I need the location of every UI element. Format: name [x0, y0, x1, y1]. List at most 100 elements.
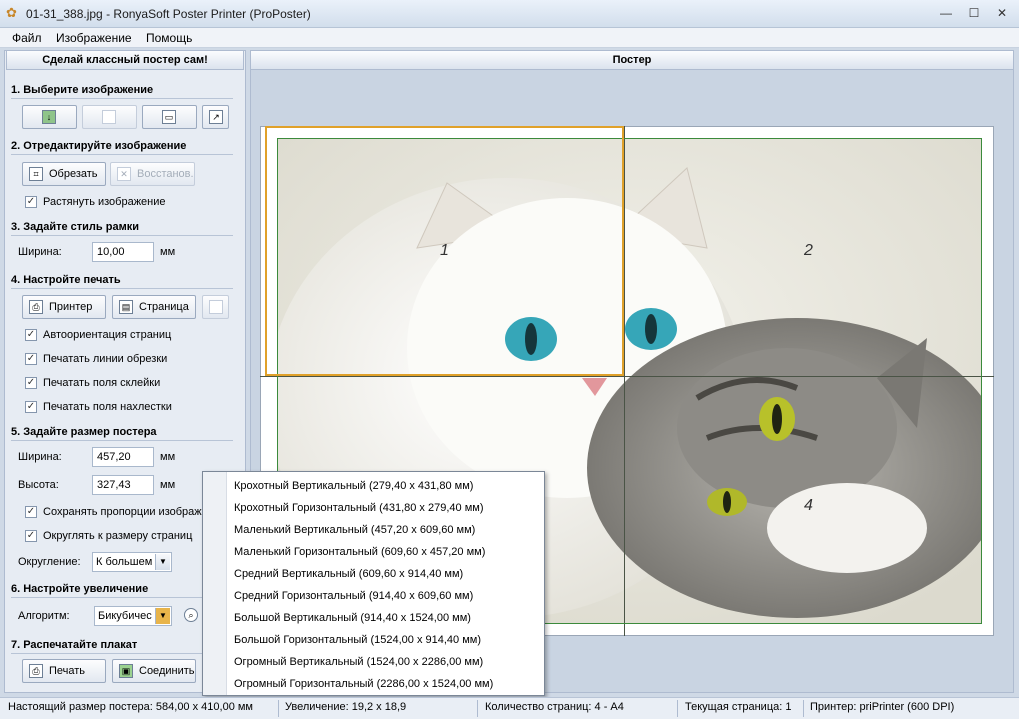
- dropdown-item[interactable]: Крохотный Вертикальный (279,40 x 431,80 …: [234, 480, 473, 492]
- join-button[interactable]: ▣ Соединить: [112, 659, 196, 683]
- print-cut-lines-label: Печатать линии обрезки: [43, 353, 168, 365]
- stretch-image-label: Растянуть изображение: [43, 196, 166, 208]
- status-separator: [677, 700, 678, 717]
- restore-icon: ✕: [117, 167, 131, 181]
- algorithm-preview-button[interactable]: ⌕: [180, 604, 204, 628]
- preview-icon: [209, 300, 223, 314]
- round-to-page-checkbox[interactable]: ✓: [25, 530, 37, 542]
- poster-width-input[interactable]: 457,20: [92, 447, 154, 467]
- paste-image-button[interactable]: [82, 105, 137, 129]
- auto-orientation-label: Автоориентация страниц: [43, 329, 172, 341]
- crop-button[interactable]: ⌗ Обрезать: [22, 162, 106, 186]
- printer-button[interactable]: ⎙ Принтер: [22, 295, 106, 319]
- page-number-2: 2: [804, 242, 813, 259]
- frame-width-unit: мм: [160, 246, 176, 258]
- section-title-print-poster: 7. Распечатайте плакат: [11, 639, 138, 651]
- section-divider: [11, 98, 233, 99]
- dropdown-item[interactable]: Средний Вертикальный (609,60 x 914,40 мм…: [234, 568, 463, 580]
- section-divider: [11, 653, 233, 654]
- dropdown-item[interactable]: Большой Вертикальный (914,40 x 1524,00 м…: [234, 612, 471, 624]
- close-button[interactable]: ✕: [990, 4, 1014, 22]
- stretch-image-checkbox[interactable]: ✓: [25, 196, 37, 208]
- rounding-select[interactable]: К большем ▼: [92, 552, 172, 572]
- section-divider: [11, 288, 233, 289]
- title-bar: ✿ 01-31_388.jpg - RonyaSoft Poster Print…: [0, 0, 1019, 28]
- page-number-4: 4: [804, 497, 813, 514]
- menu-file[interactable]: Файл: [12, 31, 42, 45]
- open-image-icon: ↓: [42, 110, 56, 124]
- printer-button-label: Принтер: [49, 301, 93, 313]
- status-zoom: Увеличение: 19,2 x 18,9: [285, 701, 407, 713]
- chevron-down-icon[interactable]: ▼: [155, 554, 170, 570]
- auto-orientation-checkbox[interactable]: ✓: [25, 329, 37, 341]
- scanner-icon: ▭: [162, 110, 176, 124]
- printer-icon: ⎙: [29, 300, 43, 314]
- keep-ratio-checkbox[interactable]: ✓: [25, 506, 37, 518]
- dropdown-item[interactable]: Маленький Вертикальный (457,20 x 609,60 …: [234, 524, 475, 536]
- keep-ratio-label: Сохранять пропорции изображ: [43, 506, 202, 518]
- section-title-edit-image: 2. Отредактируйте изображение: [11, 140, 187, 152]
- menu-bar: Файл Изображение Помощь: [0, 28, 1019, 48]
- rounding-label: Округление:: [18, 556, 81, 568]
- chevron-down-icon[interactable]: ▼: [155, 608, 170, 624]
- poster-height-input[interactable]: 327,43: [92, 475, 154, 495]
- status-separator: [477, 700, 478, 717]
- section-title-poster-size: 5. Задайте размер постера: [11, 426, 157, 438]
- page-preview-button[interactable]: [202, 295, 229, 319]
- dropdown-item[interactable]: Крохотный Горизонтальный (431,80 x 279,4…: [234, 502, 483, 514]
- dropdown-item[interactable]: Огромный Вертикальный (1524,00 x 2286,00…: [234, 656, 483, 668]
- poster-height-unit: мм: [160, 479, 176, 491]
- settings-panel-header: Сделай классный постер сам!: [6, 50, 244, 70]
- status-poster-size: Настоящий размер постера: 584,00 x 410,0…: [8, 701, 253, 713]
- export-image-button[interactable]: ↗: [202, 105, 229, 129]
- status-printer: Принтер: priPrinter (600 DPI): [810, 701, 955, 713]
- restore-button[interactable]: ✕ Восстанов.: [110, 162, 195, 186]
- magnifier-icon: ⌕: [184, 608, 198, 622]
- menu-help[interactable]: Помощь: [146, 31, 192, 45]
- section-divider: [11, 440, 233, 441]
- print-glue-margins-label: Печатать поля склейки: [43, 377, 161, 389]
- crop-icon: ⌗: [29, 167, 43, 181]
- maximize-button[interactable]: ☐: [962, 4, 986, 22]
- join-icon: ▣: [119, 664, 133, 678]
- poster-width-label: Ширина:: [18, 451, 62, 463]
- crop-button-label: Обрезать: [49, 168, 98, 180]
- frame-width-label: Ширина:: [18, 246, 62, 258]
- open-image-button[interactable]: ↓: [22, 105, 77, 129]
- status-bar: Настоящий размер постера: 584,00 x 410,0…: [0, 697, 1019, 719]
- round-to-page-label: Округлять к размеру страниц: [43, 530, 193, 542]
- print-button[interactable]: ⎙ Печать: [22, 659, 106, 683]
- rounding-value: К большем: [96, 556, 153, 568]
- poster-height-label: Высота:: [18, 479, 59, 491]
- section-title-print-settings: 4. Настройте печать: [11, 274, 121, 286]
- page-setup-button[interactable]: ▤ Страница: [112, 295, 196, 319]
- algorithm-select[interactable]: Бикубичес ▼: [94, 606, 172, 626]
- print-cut-lines-checkbox[interactable]: ✓: [25, 353, 37, 365]
- dropdown-item[interactable]: Средний Горизонтальный (914,40 x 609,60 …: [234, 590, 473, 602]
- app-icon: ✿: [6, 5, 17, 20]
- poster-panel-header: Постер: [250, 50, 1014, 70]
- print-glue-margins-checkbox[interactable]: ✓: [25, 377, 37, 389]
- window-title: 01-31_388.jpg - RonyaSoft Poster Printer…: [26, 7, 311, 21]
- page-number-1: 1: [440, 242, 449, 259]
- print-overlap-margins-label: Печатать поля нахлестки: [43, 401, 172, 413]
- algorithm-label: Алгоритм:: [18, 610, 70, 622]
- section-divider: [11, 597, 233, 598]
- export-icon: ↗: [209, 110, 223, 124]
- page-icon: ▤: [119, 300, 133, 314]
- minimize-button[interactable]: —: [934, 4, 958, 22]
- poster-size-dropdown[interactable]: Крохотный Вертикальный (279,40 x 431,80 …: [202, 471, 545, 696]
- scan-image-button[interactable]: ▭: [142, 105, 197, 129]
- printer-icon: ⎙: [29, 664, 43, 678]
- status-separator: [803, 700, 804, 717]
- dropdown-item[interactable]: Большой Горизонтальный (1524,00 x 914,40…: [234, 634, 481, 646]
- paste-icon: [102, 110, 116, 124]
- frame-width-input[interactable]: 10,00: [92, 242, 154, 262]
- status-current-page: Текущая страница: 1: [685, 701, 792, 713]
- dropdown-item[interactable]: Маленький Горизонтальный (609,60 x 457,2…: [234, 546, 485, 558]
- print-button-label: Печать: [49, 665, 86, 677]
- print-overlap-margins-checkbox[interactable]: ✓: [25, 401, 37, 413]
- menu-image[interactable]: Изображение: [56, 31, 132, 45]
- dropdown-item[interactable]: Огромный Горизонтальный (2286,00 x 1524,…: [234, 678, 493, 690]
- section-divider: [11, 154, 233, 155]
